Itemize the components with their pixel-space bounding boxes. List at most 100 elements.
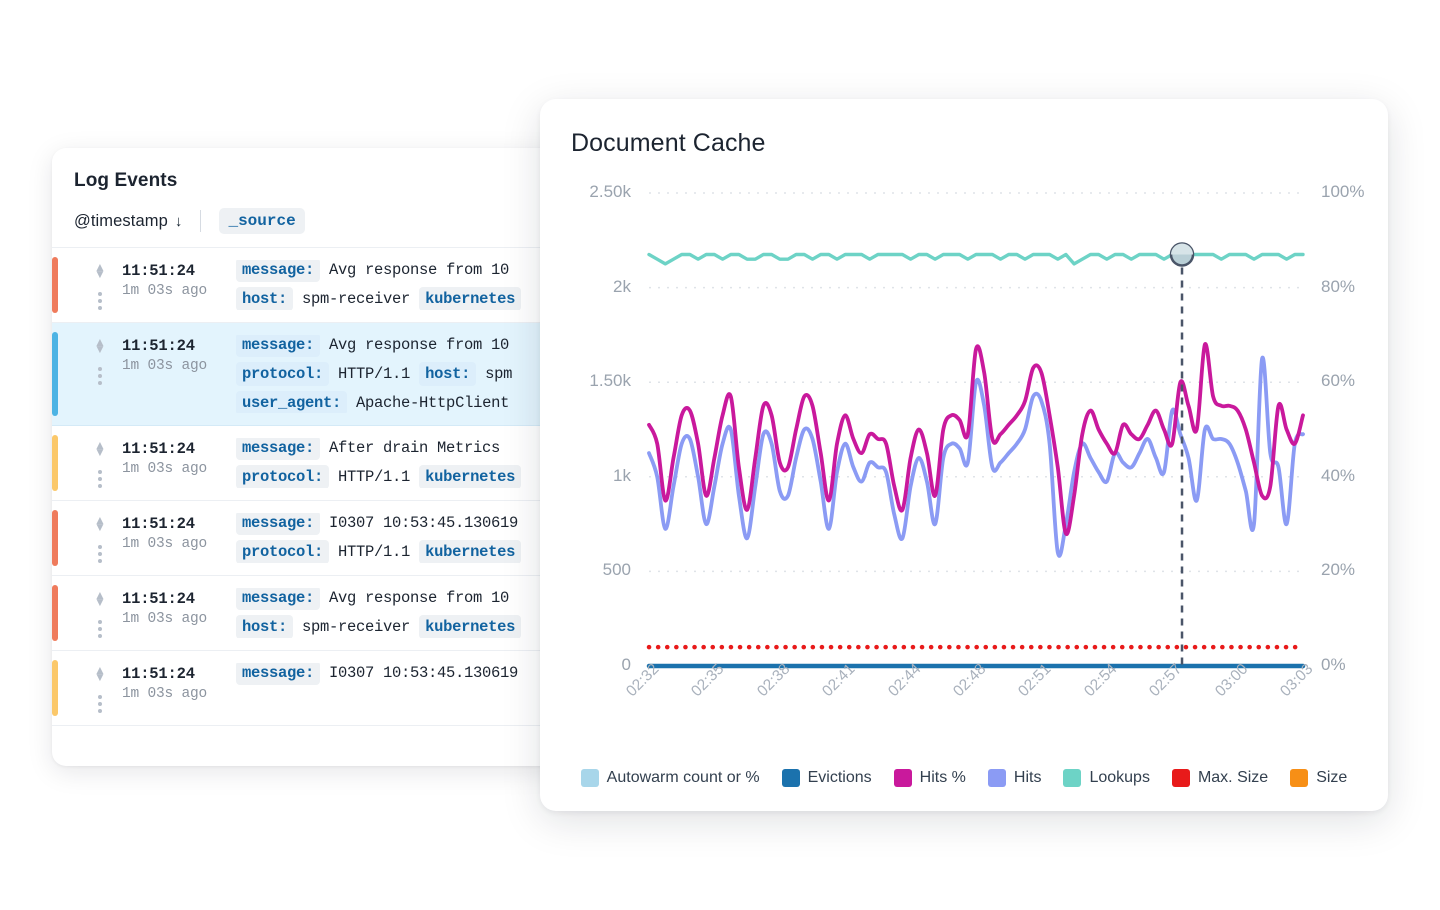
chart-legend[interactable]: Autowarm count or % Evictions Hits % Hits Lo… [540, 769, 1388, 787]
field-line: protocol: HTTP/1.1 kubernetes [236, 465, 560, 488]
table-row[interactable]: ▲ ▼ 11:51:24 1m 03s ago message: Avg respons… [52, 323, 560, 426]
legend-color-swatch [580, 769, 599, 787]
y-axis-left-tick: 1k [613, 465, 631, 485]
field-key-secondary[interactable]: kubernetes [419, 540, 522, 563]
chart-plot-area[interactable]: 2.50k 2k 1.50k 1k 500 0 100% 80% 60% 40% 20% 0% 02:3… [540, 99, 1388, 811]
row-controls: ▲ ▼ [78, 260, 122, 310]
row-source-fields: message: After drain Metrics protocol: HT… [232, 438, 560, 488]
legend-label: Evictions [807, 769, 872, 786]
log-events-panel: Log Events @timestamp ↓ _source ▲ ▼ 11:51:… [52, 148, 560, 766]
field-key[interactable]: message: [236, 588, 321, 610]
field-line: message: I0307 10:53:45.130619 [236, 513, 560, 535]
column-timestamp-label: @timestamp [74, 211, 168, 230]
field-line: host: spm-receiver kubernetes [236, 615, 560, 638]
field-key[interactable]: protocol: [236, 465, 330, 488]
expand-collapse-icon[interactable]: ▲ ▼ [94, 336, 106, 355]
column-timestamp[interactable]: @timestamp ↓ [74, 212, 182, 231]
table-row[interactable]: ▲ ▼ 11:51:24 1m 03s ago message: Avg respons… [52, 576, 560, 651]
legend-item[interactable]: Evictions [781, 769, 872, 787]
field-value: Avg response from 10 [329, 336, 510, 354]
table-row[interactable]: ▲ ▼ 11:51:24 1m 03s ago message: After drain… [52, 426, 560, 501]
field-value: HTTP/1.1 [338, 543, 411, 561]
y-axis-right-tick: 100% [1321, 182, 1365, 201]
legend-color-swatch [1171, 769, 1190, 787]
field-value: I0307 10:53:45.130619 [329, 664, 519, 682]
legend-label: Size [1316, 769, 1348, 786]
row-severity-indicator [52, 510, 58, 566]
column-source[interactable]: _source [219, 208, 305, 234]
legend-item[interactable]: Size [1290, 769, 1347, 787]
field-line: protocol: HTTP/1.1 host: spm [236, 362, 560, 386]
field-key[interactable]: protocol: [236, 362, 330, 386]
field-key-secondary[interactable]: kubernetes [419, 615, 522, 638]
row-source-fields: message: Avg response from 10 host: spm-r… [232, 260, 560, 310]
legend-item[interactable]: Max. Size [1171, 769, 1269, 787]
legend-item[interactable]: Autowarm count or % [580, 769, 760, 787]
legend-label: Lookups [1089, 769, 1150, 786]
legend-item[interactable]: Hits % [893, 769, 966, 787]
legend-item[interactable]: Lookups [1063, 769, 1150, 787]
legend-item[interactable]: Hits [987, 769, 1041, 787]
y-axis-right-tick: 60% [1321, 371, 1356, 391]
field-line: protocol: HTTP/1.1 kubernetes [236, 540, 560, 563]
row-menu-icon[interactable] [98, 695, 102, 713]
expand-collapse-icon[interactable]: ▲ ▼ [94, 664, 106, 683]
legend-label: Max. Size [1197, 769, 1269, 786]
row-time-value: 11:51:24 [122, 337, 195, 355]
field-value: Apache-HttpClient [356, 394, 510, 412]
field-key[interactable]: message: [236, 513, 321, 535]
chart-svg [646, 192, 1306, 669]
field-line: message: Avg response from 10 [236, 335, 560, 357]
row-time-value: 11:51:24 [122, 590, 195, 608]
page-title: Log Events [74, 170, 178, 191]
row-controls: ▲ ▼ [78, 438, 122, 488]
y-axis-left-tick: 2.50k [589, 182, 631, 201]
row-timestamp: 11:51:24 1m 03s ago [122, 663, 232, 713]
row-relative-time: 1m 03s ago [122, 461, 208, 477]
column-divider [200, 210, 202, 232]
row-menu-icon[interactable] [98, 620, 102, 638]
log-row-list[interactable]: ▲ ▼ 11:51:24 1m 03s ago message: Avg respons… [52, 248, 560, 726]
row-source-fields: message: Avg response from 10 host: spm-r… [232, 588, 560, 638]
row-menu-icon[interactable] [98, 470, 102, 488]
field-key[interactable]: protocol: [236, 540, 330, 563]
field-line: user_agent: Apache-HttpClient [236, 391, 560, 413]
field-key[interactable]: host: [236, 287, 294, 310]
expand-collapse-icon[interactable]: ▲ ▼ [94, 589, 106, 608]
row-menu-icon[interactable] [98, 545, 102, 563]
row-timestamp: 11:51:24 1m 03s ago [122, 260, 232, 310]
field-key[interactable]: user_agent: [236, 391, 348, 413]
row-time-value: 11:51:24 [122, 262, 195, 280]
legend-color-swatch [1063, 769, 1082, 787]
y-axis-left-tick: 2k [613, 276, 631, 296]
field-value: Avg response from 10 [329, 261, 510, 279]
expand-collapse-icon[interactable]: ▲ ▼ [94, 439, 106, 458]
field-key-secondary[interactable]: kubernetes [419, 287, 522, 310]
field-key[interactable]: message: [236, 438, 321, 460]
field-key[interactable]: message: [236, 663, 321, 685]
legend-color-swatch [781, 769, 800, 787]
table-row[interactable]: ▲ ▼ 11:51:24 1m 03s ago message: I0307 10:53… [52, 501, 560, 576]
expand-collapse-icon[interactable]: ▲ ▼ [94, 514, 106, 533]
field-value: HTTP/1.1 [338, 365, 411, 383]
field-key[interactable]: host: [236, 615, 294, 638]
field-line: message: Avg response from 10 [236, 588, 560, 610]
row-menu-icon[interactable] [98, 367, 102, 385]
row-time-value: 11:51:24 [122, 515, 195, 533]
row-menu-icon[interactable] [98, 292, 102, 310]
field-key[interactable]: message: [236, 260, 321, 282]
y-axis-left-tick: 1.50k [589, 371, 631, 391]
table-row[interactable]: ▲ ▼ 11:51:24 1m 03s ago message: I0307 10:53… [52, 651, 560, 726]
field-key-secondary[interactable]: kubernetes [419, 465, 522, 488]
legend-label: Hits % [919, 769, 966, 786]
field-key-secondary[interactable]: host: [419, 362, 477, 386]
row-relative-time: 1m 03s ago [122, 536, 208, 552]
field-key[interactable]: message: [236, 335, 321, 357]
row-timestamp: 11:51:24 1m 03s ago [122, 513, 232, 563]
row-timestamp: 11:51:24 1m 03s ago [122, 588, 232, 638]
expand-collapse-icon[interactable]: ▲ ▼ [94, 261, 106, 280]
sort-descending-icon[interactable]: ↓ [175, 213, 183, 230]
row-controls: ▲ ▼ [78, 663, 122, 713]
series-line-hits [647, 355, 1305, 558]
table-row[interactable]: ▲ ▼ 11:51:24 1m 03s ago message: Avg respons… [52, 248, 560, 323]
